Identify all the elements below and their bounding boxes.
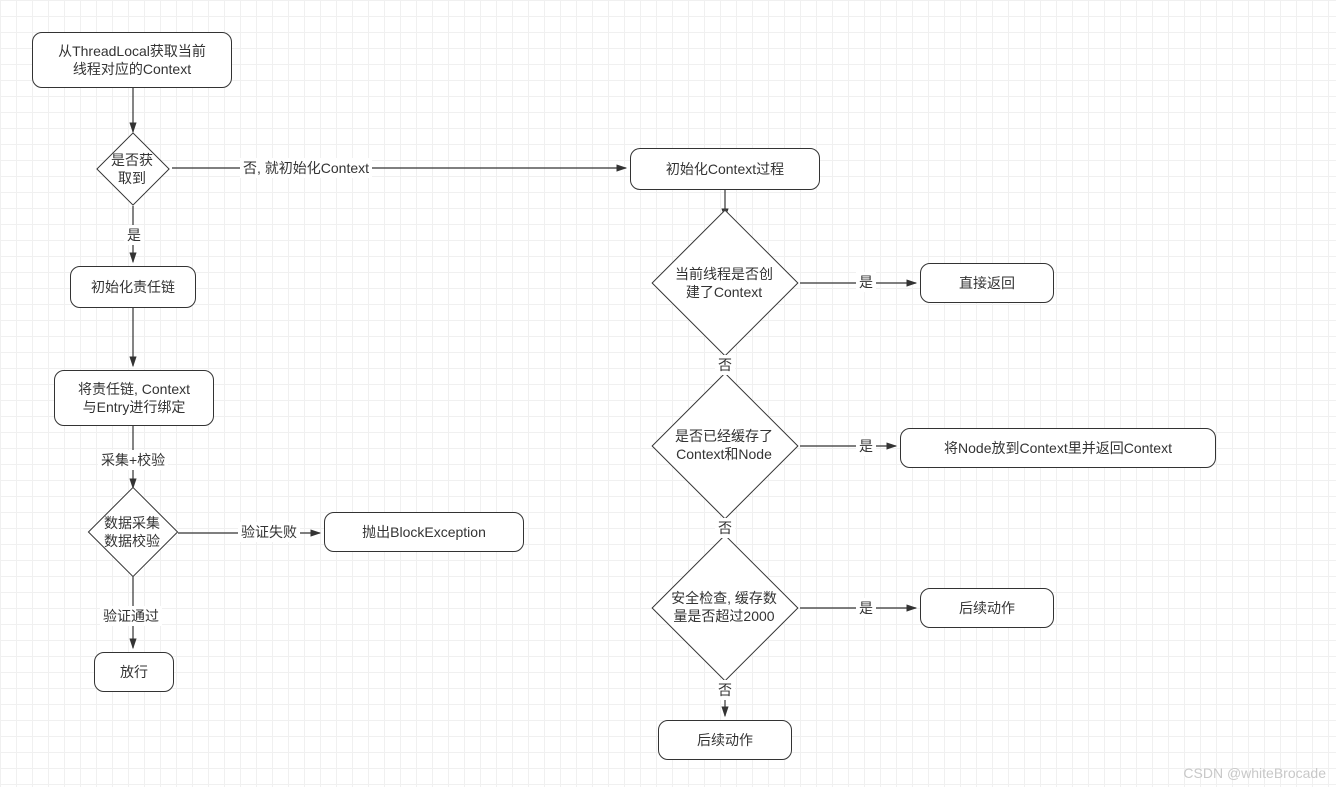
label-created-yes: 是 <box>856 272 876 292</box>
start-text: 从ThreadLocal获取当前线程对应的Context <box>58 42 206 78</box>
node-put-node: 将Node放到Context里并返回Context <box>900 428 1216 468</box>
label-safe-yes: 是 <box>856 598 876 618</box>
bind-text: 将责任链, Context与Entry进行绑定 <box>78 380 190 416</box>
label-verify-pass: 验证通过 <box>100 606 162 626</box>
follow2-text: 后续动作 <box>697 731 753 749</box>
label-no-init-context: 否, 就初始化Context <box>240 158 372 178</box>
label-verify-fail: 验证失败 <box>238 522 300 542</box>
follow2-node: 后续动作 <box>658 720 792 760</box>
label-cached-no: 否 <box>715 518 735 538</box>
init-context-text: 初始化Context过程 <box>666 160 784 178</box>
throw-node: 抛出BlockException <box>324 512 524 552</box>
label-safe-no: 否 <box>715 680 735 700</box>
pass-node: 放行 <box>94 652 174 692</box>
label-yes-got: 是 <box>124 225 144 245</box>
init-context-node: 初始化Context过程 <box>630 148 820 190</box>
return-direct-text: 直接返回 <box>959 274 1015 292</box>
init-chain-text: 初始化责任链 <box>91 278 175 296</box>
throw-text: 抛出BlockException <box>362 523 486 541</box>
label-collect-check: 采集+校验 <box>98 450 168 470</box>
follow1-text: 后续动作 <box>959 599 1015 617</box>
label-created-no: 否 <box>715 355 735 375</box>
bind-node: 将责任链, Context与Entry进行绑定 <box>54 370 214 426</box>
label-cached-yes: 是 <box>856 436 876 456</box>
watermark: CSDN @whiteBrocade <box>1183 765 1326 781</box>
node-put-text: 将Node放到Context里并返回Context <box>944 439 1172 457</box>
pass-text: 放行 <box>120 663 148 681</box>
follow1-node: 后续动作 <box>920 588 1054 628</box>
return-direct-node: 直接返回 <box>920 263 1054 303</box>
start-node: 从ThreadLocal获取当前线程对应的Context <box>32 32 232 88</box>
init-chain-node: 初始化责任链 <box>70 266 196 308</box>
